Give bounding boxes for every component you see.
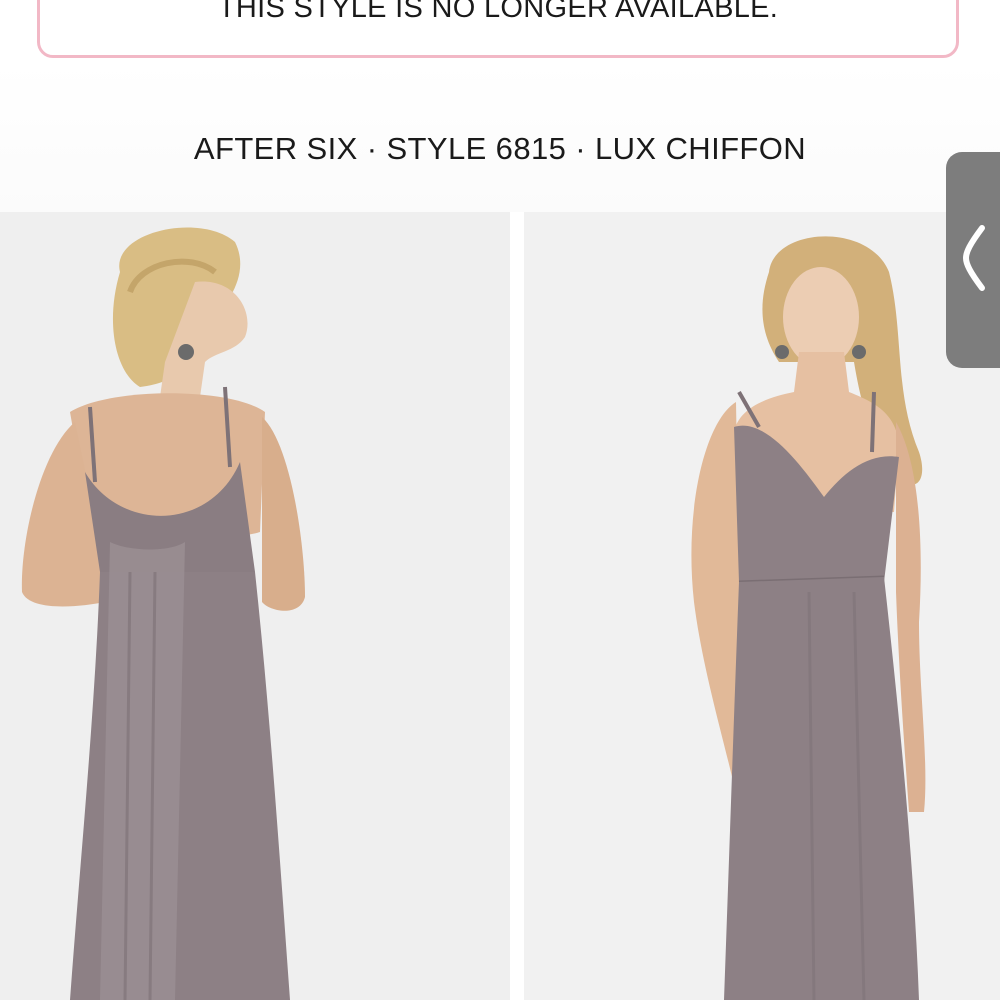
chevron-left-icon xyxy=(962,225,985,291)
model-back-illustration xyxy=(0,212,510,1000)
product-image-back-view[interactable] xyxy=(0,212,510,1000)
unavailable-notice-text: THIS STYLE IS NO LONGER AVAILABLE. xyxy=(217,0,779,24)
unavailable-notice-banner: THIS STYLE IS NO LONGER AVAILABLE. xyxy=(37,0,959,58)
model-front-illustration xyxy=(524,212,1000,1000)
side-drawer-tab[interactable] xyxy=(946,152,1000,368)
product-page: THIS STYLE IS NO LONGER AVAILABLE. AFTER… xyxy=(0,0,1000,1000)
product-image-front-view[interactable] xyxy=(524,212,1000,1000)
product-style-title: AFTER SIX · STYLE 6815 · LUX CHIFFON xyxy=(193,131,807,166)
